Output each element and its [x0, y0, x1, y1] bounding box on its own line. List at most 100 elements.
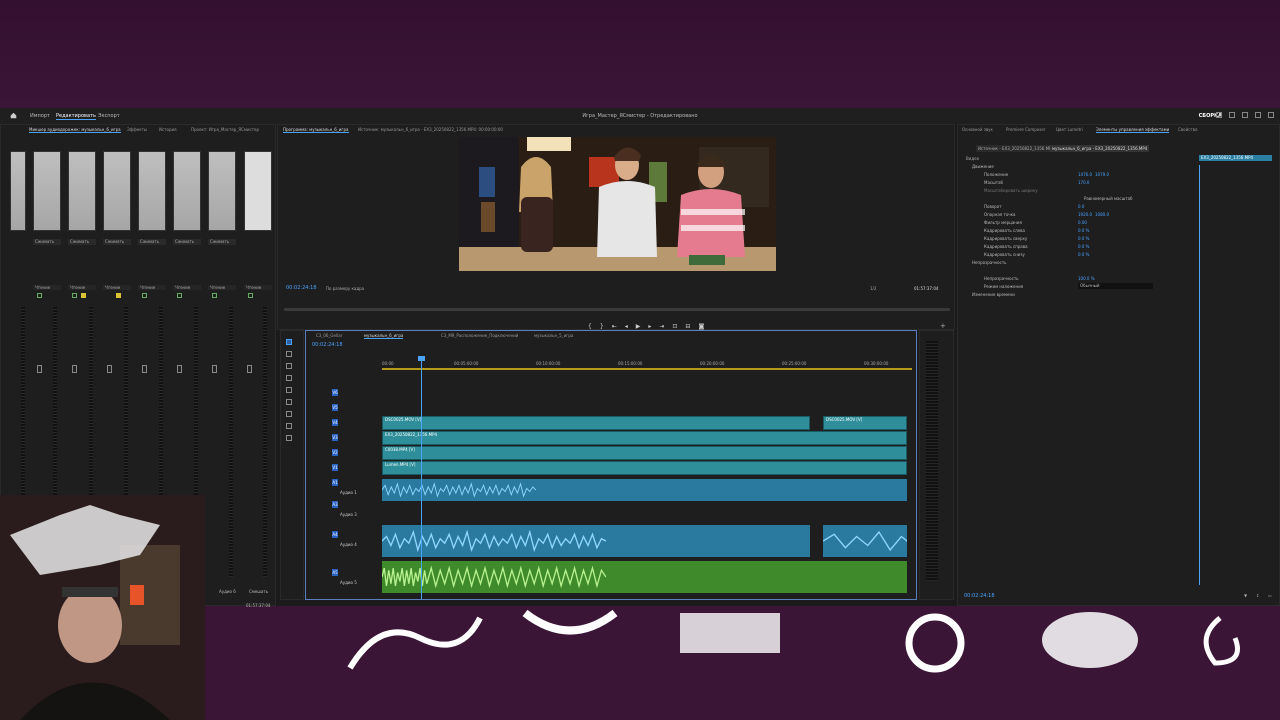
volume-fader[interactable]	[212, 365, 217, 373]
hand-tool-icon[interactable]	[286, 423, 292, 429]
video-clip[interactable]: EX3_20250822_1356.MP4	[382, 431, 907, 445]
source-clip-tab[interactable]: Источник - EX3_20250822_1356.MP4	[976, 145, 1056, 152]
mute-button[interactable]	[142, 293, 147, 298]
video-clip[interactable]: Lumen.MP4 [V]	[382, 461, 907, 475]
track-label[interactable]: V4	[332, 419, 338, 426]
track-label[interactable]: A3	[332, 501, 338, 508]
audio-clip[interactable]	[382, 525, 810, 557]
mute-button[interactable]	[248, 293, 253, 298]
tab-lumetri[interactable]: Цвет Lumetri	[1056, 127, 1083, 132]
volume-fader[interactable]	[247, 365, 252, 373]
video-clip[interactable]: DSC0025.MOV [V]	[382, 416, 810, 430]
program-video-frame[interactable]	[459, 137, 776, 271]
solo-button[interactable]	[81, 293, 86, 298]
channel-mode-select[interactable]: Чтение	[138, 285, 166, 290]
fx-motion[interactable]: Движение	[972, 164, 994, 169]
fx-uniform-scale[interactable]: Равномерный масштаб	[1084, 196, 1133, 201]
channel-source-select[interactable]: Сжимать	[138, 239, 166, 245]
extract-icon[interactable]: ⊟	[685, 323, 690, 330]
fx-opacity-value[interactable]: 100.0 %	[1078, 276, 1095, 281]
go-to-in-icon[interactable]: ⇤	[612, 323, 617, 330]
mute-button[interactable]	[177, 293, 182, 298]
fx-position-x[interactable]: 1476.0	[1078, 172, 1092, 177]
track-label[interactable]: V2	[332, 449, 338, 456]
track-label[interactable]: V1	[332, 464, 338, 471]
audio-clip[interactable]	[823, 525, 907, 557]
tab-project[interactable]: Проект: Игра_Мастер_ЯСмистер	[191, 127, 259, 132]
track-label[interactable]: V6	[332, 389, 338, 396]
fx-scale-value[interactable]: 170.0	[1078, 180, 1089, 185]
music-clip[interactable]	[382, 561, 907, 593]
time-ruler[interactable]: 00:00 00:05:00:00 00:10:00:00 00:15:00:0…	[382, 361, 912, 367]
volume-fader[interactable]	[107, 365, 112, 373]
tab-sequence-active[interactable]: музыкальн_6_игра	[364, 333, 404, 339]
blend-mode-select[interactable]: Обычный	[1078, 283, 1153, 289]
audio-clip[interactable]	[382, 479, 907, 501]
mixer-channel-mode[interactable]: Смешать	[249, 589, 268, 594]
effects-timecode[interactable]: 00:02:24:18	[964, 593, 995, 599]
export-icon[interactable]: ↥	[1256, 593, 1259, 598]
close-icon[interactable]	[1268, 112, 1274, 118]
tab-program[interactable]: Программа: музыкальн_6_игра	[283, 127, 349, 133]
channel-source-select[interactable]: Сжимать	[208, 239, 236, 245]
slip-tool-icon[interactable]	[286, 387, 292, 393]
program-timecode[interactable]: 00:02:24:18	[286, 285, 317, 291]
track-label[interactable]: A4	[332, 531, 338, 538]
tab-mixer[interactable]: Микшер аудиодорожек: музыкальн_6_игра	[29, 127, 121, 133]
work-area-bar[interactable]	[382, 368, 912, 370]
effects-mini-clip[interactable]: EX3_20250822_1356.MP4	[1199, 155, 1272, 161]
settings-icon[interactable]: ▭	[1268, 593, 1272, 598]
fx-crop-left-value[interactable]: 0.0 %	[1078, 228, 1089, 233]
channel-source-select[interactable]: Сжимать	[33, 239, 61, 245]
quality-select[interactable]: 1/2	[870, 286, 876, 291]
volume-fader[interactable]	[72, 365, 77, 373]
mute-button[interactable]	[212, 293, 217, 298]
filter-icon[interactable]: ▼	[1244, 593, 1247, 598]
channel-mode-select[interactable]: Чтение	[208, 285, 236, 290]
volume-fader[interactable]	[177, 365, 182, 373]
tab-sequence[interactable]: музыкальн_5_игра	[534, 333, 573, 338]
channel-mode-select[interactable]: Чтение	[173, 285, 201, 290]
go-to-out-icon[interactable]: ⇥	[659, 323, 664, 330]
channel-source-select[interactable]: Сжимать	[173, 239, 201, 245]
mark-in-icon[interactable]: {	[588, 323, 592, 330]
fx-anchor-y[interactable]: 1080.0	[1095, 212, 1109, 217]
play-icon[interactable]: ▶	[636, 323, 641, 330]
rectangle-tool-icon[interactable]	[286, 411, 292, 417]
mute-button[interactable]	[37, 293, 42, 298]
sequence-clip-tab[interactable]: музыкальн_6_игра - EX3_20250822_1356.MP4	[1050, 145, 1150, 152]
camera-icon[interactable]: ◙	[698, 323, 704, 330]
step-forward-icon[interactable]: ▸	[648, 323, 651, 330]
fullscreen-icon[interactable]	[1229, 112, 1235, 118]
lift-icon[interactable]: ⊡	[672, 323, 677, 330]
channel-source-select[interactable]: Сжимать	[103, 239, 131, 245]
ripple-edit-tool-icon[interactable]	[286, 363, 292, 369]
channel-mode-select[interactable]: Чтение	[68, 285, 96, 290]
tab-history[interactable]: История	[159, 127, 177, 132]
track-label[interactable]: V3	[332, 434, 338, 441]
timeline-timecode[interactable]: 00:02:24:18	[312, 342, 343, 348]
tab-sequence[interactable]: C3_06_Gellar	[316, 333, 342, 338]
add-button-icon[interactable]: +	[940, 322, 946, 330]
tab-source[interactable]: Источник: музыкальн_6_игра - EX3_2025082…	[358, 127, 503, 132]
effects-playhead[interactable]	[1199, 165, 1200, 585]
channel-mode-select[interactable]: Чтение	[103, 285, 131, 290]
fx-opacity-group[interactable]: Непрозрачность	[972, 260, 1007, 265]
razor-tool-icon[interactable]	[286, 375, 292, 381]
fx-rotation-value[interactable]: 0.0	[1078, 204, 1084, 209]
mark-out-icon[interactable]: }	[600, 323, 604, 330]
tab-effects[interactable]: Эффекты	[127, 127, 147, 132]
volume-fader[interactable]	[37, 365, 42, 373]
type-tool-icon[interactable]	[286, 435, 292, 441]
fx-crop-bottom-value[interactable]: 0.0 %	[1078, 252, 1089, 257]
tab-essential-sound[interactable]: Основной звук	[962, 127, 993, 132]
fx-position-y[interactable]: 1079.0	[1095, 172, 1109, 177]
channel-source-select[interactable]: Сжимать	[68, 239, 96, 245]
selection-tool-icon[interactable]	[286, 339, 292, 345]
track-label[interactable]: V5	[332, 404, 338, 411]
track-label[interactable]: A5	[332, 569, 338, 576]
fx-crop-top-value[interactable]: 0.0 %	[1078, 236, 1089, 241]
tab-sequence[interactable]: C3_M9_Расположение_Подключений	[441, 333, 518, 338]
channel-mode-select[interactable]: Чтение	[33, 285, 61, 290]
maximize-icon[interactable]	[1255, 112, 1261, 118]
